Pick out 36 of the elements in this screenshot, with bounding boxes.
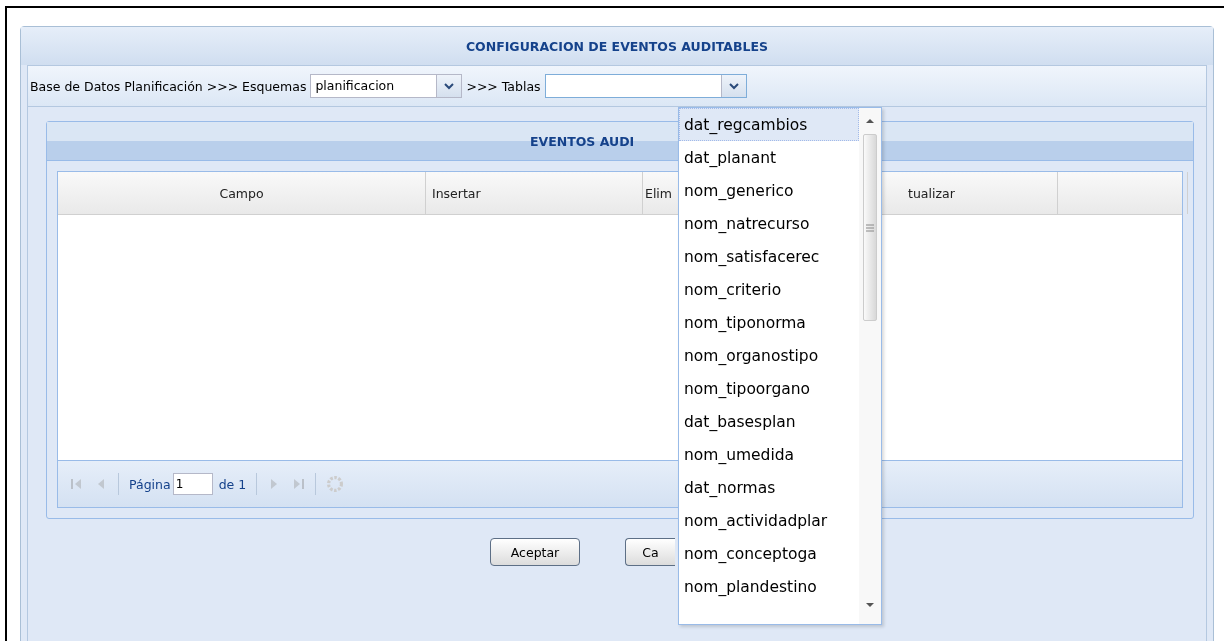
list-option[interactable]: nom_satisfacerec — [679, 240, 859, 273]
scroll-thumb[interactable] — [863, 134, 877, 321]
list-option[interactable]: nom_generico — [679, 174, 859, 207]
list-option[interactable]: nom_natrecurso — [679, 207, 859, 240]
chevron-icon — [728, 82, 739, 90]
scroll-down-icon[interactable] — [865, 602, 875, 608]
list-option[interactable]: nom_tipoorgano — [679, 372, 859, 405]
refresh-icon[interactable] — [326, 475, 345, 493]
list-option[interactable]: nom_conceptoga — [679, 537, 859, 570]
list-option[interactable]: nom_organostipo — [679, 339, 859, 372]
grip-icon — [866, 223, 874, 232]
accept-button[interactable]: Aceptar — [490, 538, 580, 566]
list-option[interactable]: nom_criterio — [679, 273, 859, 306]
tables-combo[interactable] — [544, 74, 747, 98]
list-option[interactable]: nom_tiponorma — [679, 306, 859, 339]
chevron-icon — [444, 82, 455, 90]
database-label: Base de Datos Planificación >>> Esquemas — [30, 78, 307, 94]
page-count: de 1 — [218, 476, 247, 492]
list-option[interactable]: dat_basesplan — [679, 405, 859, 438]
schema-combo[interactable]: planificacion — [310, 74, 463, 98]
scrollbar[interactable] — [859, 108, 881, 624]
events-panel-title: EVENTOS AUDI — [530, 133, 635, 149]
list-option[interactable]: nom_actividadplar — [679, 504, 859, 537]
tables-label: >>> Tablas — [466, 78, 541, 94]
column-header[interactable]: Campo — [58, 172, 426, 214]
cancel-button[interactable]: Ca — [625, 538, 675, 566]
list-option[interactable]: nom_umedida — [679, 438, 859, 471]
list-option[interactable]: dat_normas — [679, 471, 859, 504]
scroll-up-icon[interactable] — [865, 118, 875, 124]
list-option[interactable]: dat_planant — [679, 141, 859, 174]
panel-title: CONFIGURACION DE EVENTOS AUDITABLES — [465, 38, 769, 54]
list-option[interactable]: dat_regcambios — [679, 108, 859, 141]
page-label: Página — [129, 476, 171, 492]
page-input[interactable]: 1 — [172, 473, 213, 495]
list-option[interactable]: nom_plandestino — [679, 570, 859, 603]
column-header[interactable]: Insertar — [426, 172, 643, 214]
